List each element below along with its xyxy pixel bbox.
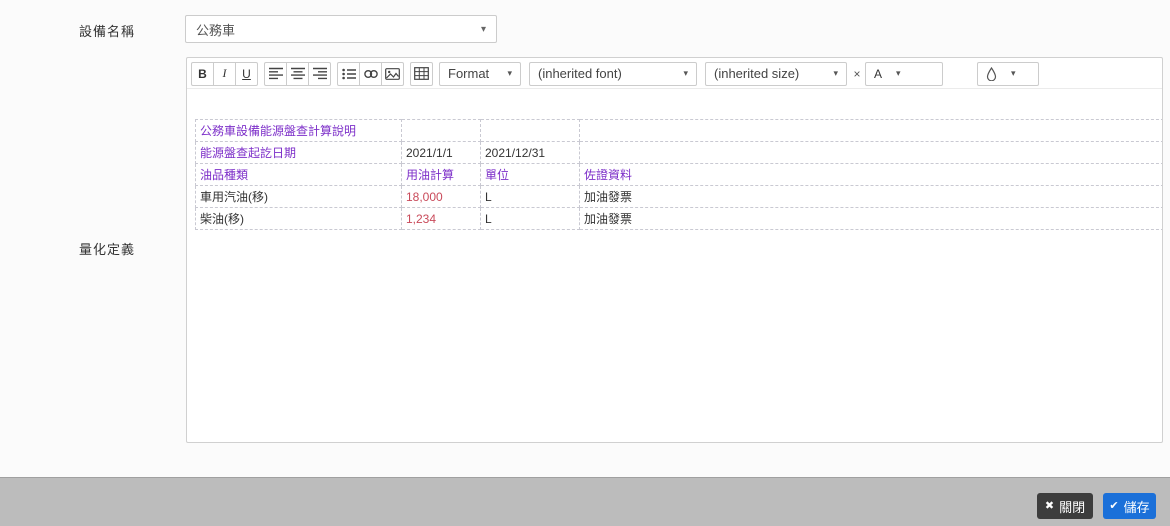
chevron-down-icon: ▾ bbox=[833, 68, 838, 78]
underline-button[interactable]: U bbox=[235, 61, 258, 86]
table-row: 車用汽油(移) 18,000 L 加油發票 bbox=[195, 185, 1162, 208]
table-cell[interactable]: 加油發票 bbox=[579, 207, 1162, 230]
table-row: 油品種類 用油計算 單位 佐證資料 bbox=[195, 163, 1162, 186]
editor-table-body: 公務車設備能源盤查計算說明 能源盤查起訖日期 2021/1/1 2021/12/31 油… bbox=[195, 119, 1162, 230]
table-cell[interactable]: L bbox=[480, 185, 580, 208]
chevron-down-icon: ▾ bbox=[480, 23, 486, 35]
table-cell[interactable]: 柴油(移) bbox=[195, 207, 402, 230]
device-name-label: 設備名稱 bbox=[78, 24, 135, 39]
table-cell[interactable]: 佐證資料 bbox=[579, 163, 1162, 186]
editor-content-area[interactable]: 公務車設備能源盤查計算說明 能源盤查起訖日期 2021/1/1 2021/12/31 油… bbox=[187, 88, 1162, 442]
table-cell[interactable]: 公務車設備能源盤查計算說明 bbox=[195, 119, 402, 142]
font-size-dropdown-label: (inherited size) bbox=[714, 66, 800, 81]
align-right-button[interactable] bbox=[308, 61, 331, 86]
table-cell[interactable]: 1,234 bbox=[401, 207, 481, 230]
close-button[interactable]: ✖ 關閉 bbox=[1037, 493, 1093, 519]
table-row: 公務車設備能源盤查計算說明 bbox=[195, 119, 1162, 142]
device-name-selected-value: 公務車 bbox=[196, 22, 236, 38]
font-family-dropdown-label: (inherited font) bbox=[538, 66, 622, 81]
italic-button[interactable]: I bbox=[213, 61, 236, 86]
table-row: 柴油(移) 1,234 L 加油發票 bbox=[195, 207, 1162, 230]
align-right-icon bbox=[312, 67, 327, 80]
highlight-color-dropdown[interactable]: ▾ bbox=[1005, 68, 1022, 79]
empty-paragraph[interactable] bbox=[195, 98, 1157, 119]
align-left-icon bbox=[268, 67, 283, 80]
format-dropdown[interactable]: Format ▾ bbox=[439, 61, 521, 86]
table-cell[interactable] bbox=[401, 119, 481, 142]
table-cell[interactable]: 單位 bbox=[480, 163, 580, 186]
table-cell[interactable]: 車用汽油(移) bbox=[195, 185, 402, 208]
table-cell[interactable]: 2021/12/31 bbox=[480, 141, 580, 164]
rich-text-editor: B I U Format ▾ (inherited font) ▾ (inher… bbox=[186, 57, 1163, 443]
chevron-down-icon: ▾ bbox=[896, 68, 901, 78]
link-icon bbox=[363, 68, 379, 80]
align-center-icon bbox=[290, 67, 305, 80]
align-button-group bbox=[264, 61, 331, 86]
highlight-color-button[interactable] bbox=[978, 63, 1005, 85]
insert-button-group bbox=[337, 61, 404, 86]
format-dropdown-label: Format bbox=[448, 66, 490, 81]
chevron-down-icon: ▾ bbox=[507, 68, 512, 78]
table-button-group bbox=[410, 61, 433, 86]
table-cell[interactable]: 用油計算 bbox=[401, 163, 481, 186]
quantification-label: 量化定義 bbox=[78, 242, 135, 257]
align-left-button[interactable] bbox=[264, 61, 287, 86]
device-name-select[interactable]: 公務車 ▾ bbox=[185, 15, 497, 43]
editor-toolbar: B I U Format ▾ (inherited font) ▾ (inher… bbox=[187, 58, 1162, 88]
close-button-label: 關閉 bbox=[1059, 499, 1086, 515]
chevron-down-icon: ▾ bbox=[683, 68, 688, 78]
highlight-color-group: ▾ bbox=[977, 61, 1039, 86]
table-cell[interactable]: 18,000 bbox=[401, 185, 481, 208]
table-icon bbox=[414, 67, 429, 80]
table-cell[interactable]: 能源盤查起訖日期 bbox=[195, 141, 402, 164]
footer-bar bbox=[0, 477, 1170, 526]
table-row: 能源盤查起訖日期 2021/1/1 2021/12/31 bbox=[195, 141, 1162, 164]
unordered-list-icon bbox=[341, 68, 356, 80]
align-center-button[interactable] bbox=[286, 61, 309, 86]
highlight-color-icon bbox=[986, 66, 997, 81]
bold-button[interactable]: B bbox=[191, 61, 214, 86]
editor-table: 公務車設備能源盤查計算說明 能源盤查起訖日期 2021/1/1 2021/12/31 油… bbox=[195, 119, 1162, 230]
table-cell[interactable] bbox=[480, 119, 580, 142]
image-icon bbox=[385, 67, 400, 80]
table-button[interactable] bbox=[410, 61, 433, 86]
font-size-dropdown[interactable]: (inherited size) ▾ bbox=[705, 61, 847, 86]
table-cell[interactable] bbox=[579, 141, 1162, 164]
text-color-group: A ▾ bbox=[865, 61, 943, 86]
clear-format-button[interactable]: × bbox=[851, 67, 863, 81]
unordered-list-button[interactable] bbox=[337, 61, 360, 86]
close-icon: ✖ bbox=[1044, 499, 1055, 512]
text-color-dropdown[interactable]: ▾ bbox=[890, 68, 907, 79]
table-cell[interactable]: 2021/1/1 bbox=[401, 141, 481, 164]
font-family-dropdown[interactable]: (inherited font) ▾ bbox=[529, 61, 697, 86]
table-cell[interactable]: L bbox=[480, 207, 580, 230]
check-icon: ✔ bbox=[1109, 499, 1119, 512]
table-cell[interactable]: 油品種類 bbox=[195, 163, 402, 186]
save-button[interactable]: ✔ 儲存 bbox=[1103, 493, 1156, 519]
save-button-label: 儲存 bbox=[1123, 499, 1150, 515]
image-button[interactable] bbox=[381, 61, 404, 86]
table-cell[interactable]: 加油發票 bbox=[579, 185, 1162, 208]
table-cell[interactable] bbox=[579, 119, 1162, 142]
link-button[interactable] bbox=[359, 61, 382, 86]
text-color-button[interactable]: A bbox=[866, 63, 890, 85]
chevron-down-icon: ▾ bbox=[1011, 68, 1016, 78]
style-button-group: B I U bbox=[191, 61, 258, 86]
